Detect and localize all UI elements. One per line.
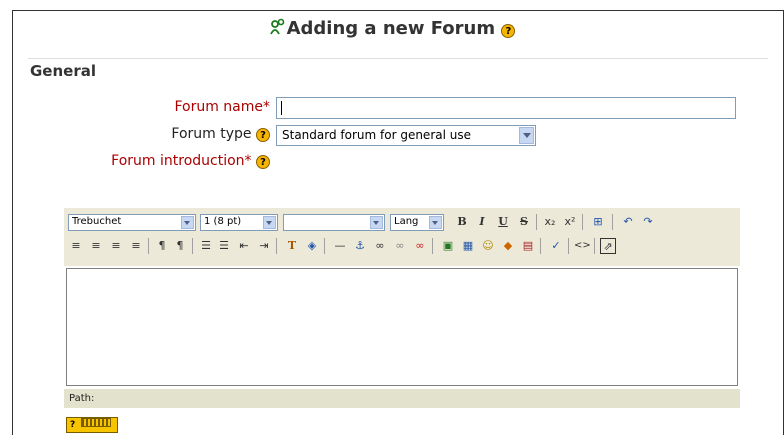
indent-button[interactable]: ⇥	[256, 238, 272, 254]
outdent-button[interactable]: ⇤	[236, 238, 252, 254]
help-icon[interactable]: ?	[256, 155, 270, 169]
toolbar-separator	[540, 238, 541, 254]
lang-value: Lang	[394, 216, 419, 227]
text-caret	[281, 101, 282, 115]
chevron-down-icon[interactable]	[263, 216, 276, 229]
ltr-button[interactable]: ¶	[154, 238, 170, 254]
align-left-button[interactable]: ≡	[68, 238, 84, 254]
toolbar-separator	[276, 238, 277, 254]
strikethrough-button[interactable]: S	[516, 214, 532, 230]
rtl-button[interactable]: ¶	[172, 238, 188, 254]
keyboard-help-label: ?	[70, 420, 76, 430]
chevron-down-icon[interactable]	[370, 216, 383, 229]
page-title: Adding a new Forum ?	[0, 18, 784, 39]
keyboard-help-icon[interactable]: ?	[66, 417, 118, 433]
nolink-button[interactable]: ∞	[412, 238, 428, 254]
forum-type-label: Forum type	[171, 126, 252, 142]
editor-content-area[interactable]	[66, 268, 738, 386]
chevron-down-icon[interactable]	[429, 216, 442, 229]
unordered-list-button[interactable]: ☰	[216, 238, 232, 254]
search-replace-button[interactable]: ▤	[520, 238, 536, 254]
lang-select[interactable]: Lang	[390, 214, 444, 231]
horizontal-rule-button[interactable]: —	[332, 238, 348, 254]
bold-button[interactable]: B	[454, 214, 470, 230]
text-color-button[interactable]: T	[284, 238, 300, 254]
toolbar-separator	[192, 238, 193, 254]
html-source-button[interactable]: <>	[574, 238, 591, 254]
font-select[interactable]: Trebuchet	[68, 214, 196, 231]
anchor-button[interactable]: ⚓	[352, 238, 368, 254]
unlink-button[interactable]: ∞	[392, 238, 408, 254]
insert-table-button[interactable]: ▦	[460, 238, 476, 254]
chevron-down-icon[interactable]	[519, 127, 534, 144]
smiley-icon[interactable]: ☺	[480, 238, 496, 254]
underline-button[interactable]: U	[495, 214, 511, 230]
forum-name-input[interactable]	[276, 97, 736, 119]
chevron-down-icon[interactable]	[181, 216, 194, 229]
size-select[interactable]: 1 (8 pt)	[200, 214, 278, 231]
insert-image-button[interactable]: ▣	[440, 238, 456, 254]
editor-toolbar: Trebuchet 1 (8 pt) Lang B I U S x₂ x² ⊞ …	[64, 208, 740, 266]
spellcheck-button[interactable]: ✓	[548, 238, 564, 254]
redo-button[interactable]: ↷	[640, 214, 656, 230]
help-icon[interactable]: ?	[501, 24, 516, 38]
toolbar-separator	[536, 214, 537, 230]
undo-button[interactable]: ↶	[620, 214, 636, 230]
toolbar-separator	[148, 238, 149, 254]
toolbar-separator	[582, 214, 583, 230]
toolbar-separator	[432, 238, 433, 254]
link-button[interactable]: ∞	[372, 238, 388, 254]
subscript-button[interactable]: x₂	[542, 214, 558, 230]
justify-button[interactable]: ≡	[128, 238, 144, 254]
insert-char-button[interactable]: ◆	[500, 238, 516, 254]
forum-icon	[269, 18, 284, 35]
help-icon[interactable]: ?	[256, 128, 270, 142]
background-color-button[interactable]: ◈	[304, 238, 320, 254]
fullscreen-button[interactable]: ⇗	[600, 238, 616, 254]
toolbar-separator	[594, 238, 595, 254]
editor-path-bar: Path:	[64, 389, 740, 408]
toolbar-separator	[612, 214, 613, 230]
fieldset-legend: General	[30, 62, 100, 80]
ordered-list-button[interactable]: ☰	[198, 238, 214, 254]
html-editor: Trebuchet 1 (8 pt) Lang B I U S x₂ x² ⊞ …	[64, 208, 740, 413]
forum-type-select[interactable]: Standard forum for general use	[276, 125, 536, 146]
page-title-text: Adding a new Forum	[286, 18, 496, 39]
toolbar-separator	[568, 238, 569, 254]
superscript-button[interactable]: x²	[562, 214, 578, 230]
keyboard-icon	[81, 418, 112, 427]
align-center-button[interactable]: ≡	[88, 238, 104, 254]
format-select[interactable]	[283, 214, 385, 231]
size-value: 1 (8 pt)	[204, 216, 242, 227]
paste-word-button[interactable]: ⊞	[590, 214, 606, 230]
forum-name-label: Forum name*	[174, 99, 270, 115]
forum-type-value: Standard forum for general use	[282, 128, 471, 142]
toolbar-separator	[324, 238, 325, 254]
font-value: Trebuchet	[72, 216, 122, 227]
align-right-button[interactable]: ≡	[108, 238, 124, 254]
forum-intro-label: Forum introduction*	[111, 153, 252, 169]
italic-button[interactable]: I	[474, 214, 490, 230]
path-label: Path:	[69, 393, 95, 404]
